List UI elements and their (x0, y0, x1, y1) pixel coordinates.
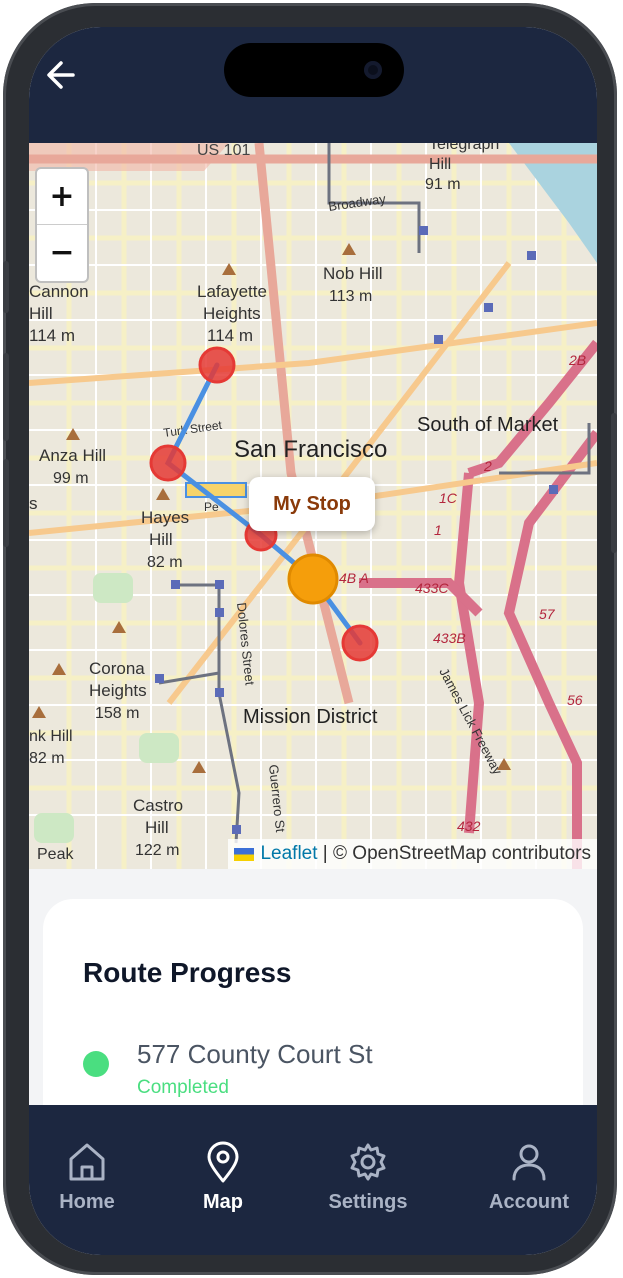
camera (364, 61, 382, 79)
stop-marker[interactable] (198, 346, 236, 384)
zoom-out-button[interactable]: − (37, 224, 87, 280)
nav-label-home: Home (59, 1191, 115, 1213)
top-bar (29, 27, 597, 143)
phone-frame: US 101 Telegraph Hill 91 m Broadway Nob … (3, 3, 617, 1275)
map-label-route-1: 1 (434, 522, 442, 538)
user-icon (512, 1144, 546, 1181)
nav-item-account[interactable]: Account (469, 1141, 589, 1214)
map[interactable]: US 101 Telegraph Hill 91 m Broadway Nob … (29, 143, 597, 869)
map-label-nk-hill: nk Hill (29, 728, 73, 745)
map-label-hayes-hill: Hill (149, 530, 173, 549)
map-label-route-4ba: 4B A (339, 570, 369, 586)
map-label-telegraph: Telegraph (429, 143, 499, 153)
osm-attribution: © OpenStreetMap contributors (333, 843, 591, 864)
popup-label: My Stop (273, 492, 351, 515)
zoom-in-button[interactable]: + (37, 169, 87, 224)
map-label-cannon-elev: 114 m (29, 326, 75, 345)
map-label-castro-elev: 122 m (135, 842, 179, 859)
map-label-mission: Mission District (243, 706, 378, 728)
map-label-san-francisco: San Francisco (234, 436, 387, 463)
map-label-nob-elev: 113 m (329, 288, 372, 305)
map-label-castro-hill: Hill (145, 818, 169, 837)
arrow-left-icon (47, 61, 75, 89)
map-attribution: Leaflet | © OpenStreetMap contributors (228, 839, 597, 869)
my-stop-marker[interactable] (287, 553, 339, 605)
nav-item-home[interactable]: Home (29, 1141, 147, 1214)
stop-name: 577 County Court St (137, 1039, 373, 1069)
stop-status: Completed (137, 1077, 229, 1098)
map-label-nk-elev: 82 m (29, 750, 65, 767)
side-button (3, 261, 9, 313)
screen: US 101 Telegraph Hill 91 m Broadway Nob … (29, 27, 597, 1255)
map-label-route-433c: 433C (415, 580, 449, 596)
nav-label-settings: Settings (328, 1191, 408, 1213)
map-label-heights: Heights (203, 304, 261, 323)
stop-marker[interactable] (149, 444, 187, 482)
map-label-peak: Peak (37, 846, 74, 863)
gear-icon (350, 1143, 386, 1181)
map-label-cannon: Cannon (29, 282, 89, 301)
map-label-nob-hill: Nob Hill (323, 264, 383, 283)
stop-marker[interactable] (341, 624, 379, 662)
map-label-s: s (29, 494, 38, 513)
back-button[interactable] (43, 53, 83, 97)
map-label-route-2b: 2B (568, 352, 586, 368)
nav-item-map[interactable]: Map (163, 1141, 283, 1214)
dynamic-island (224, 43, 404, 97)
home-icon (69, 1143, 105, 1181)
side-button (3, 353, 9, 441)
side-button (3, 459, 9, 547)
leaflet-link[interactable]: Leaflet (260, 843, 317, 865)
bottom-nav: Home Map Settings Account (29, 1105, 597, 1255)
map-label-hill: Hill (429, 156, 451, 173)
nav-label-account: Account (489, 1191, 569, 1213)
map-label-cannon-hill: Hill (29, 304, 53, 323)
map-label-corona: Corona (89, 659, 145, 678)
map-label-anza: Anza Hill (39, 446, 106, 465)
ukraine-flag-icon (234, 847, 255, 861)
nav-item-settings[interactable]: Settings (308, 1141, 428, 1214)
map-label-route-2: 2 (483, 458, 492, 474)
map-label-hayes: Hayes (141, 508, 189, 527)
map-label-anza-elev: 99 m (53, 470, 89, 487)
my-stop-popup[interactable]: My Stop (249, 477, 375, 531)
map-label-route-1c: 1C (439, 490, 458, 506)
attribution-separator: | (317, 843, 334, 864)
map-pin-icon (207, 1141, 239, 1183)
status-dot (83, 1051, 109, 1077)
map-label-route-57: 57 (539, 606, 556, 622)
map-label-route-432: 432 (457, 818, 481, 834)
map-label-route-433b: 433B (433, 630, 466, 646)
map-label-south-of-market: South of Market (417, 414, 559, 436)
side-button (611, 413, 617, 553)
map-label-corona-elev: 158 m (95, 705, 139, 722)
zoom-control: + − (35, 167, 89, 283)
panel-title: Route Progress (83, 957, 292, 988)
map-label-lafayette-elev: 114 m (207, 326, 253, 345)
nav-label-map: Map (203, 1191, 243, 1213)
map-label-castro: Castro (133, 796, 183, 815)
map-label-hill-elev: 91 m (425, 176, 461, 193)
map-label-hayes-elev: 82 m (147, 554, 183, 571)
map-label-lafayette: Lafayette (197, 282, 267, 301)
map-label-us101: US 101 (197, 143, 250, 159)
map-label-route-56: 56 (567, 692, 583, 708)
map-label-corona-heights: Heights (89, 681, 147, 700)
